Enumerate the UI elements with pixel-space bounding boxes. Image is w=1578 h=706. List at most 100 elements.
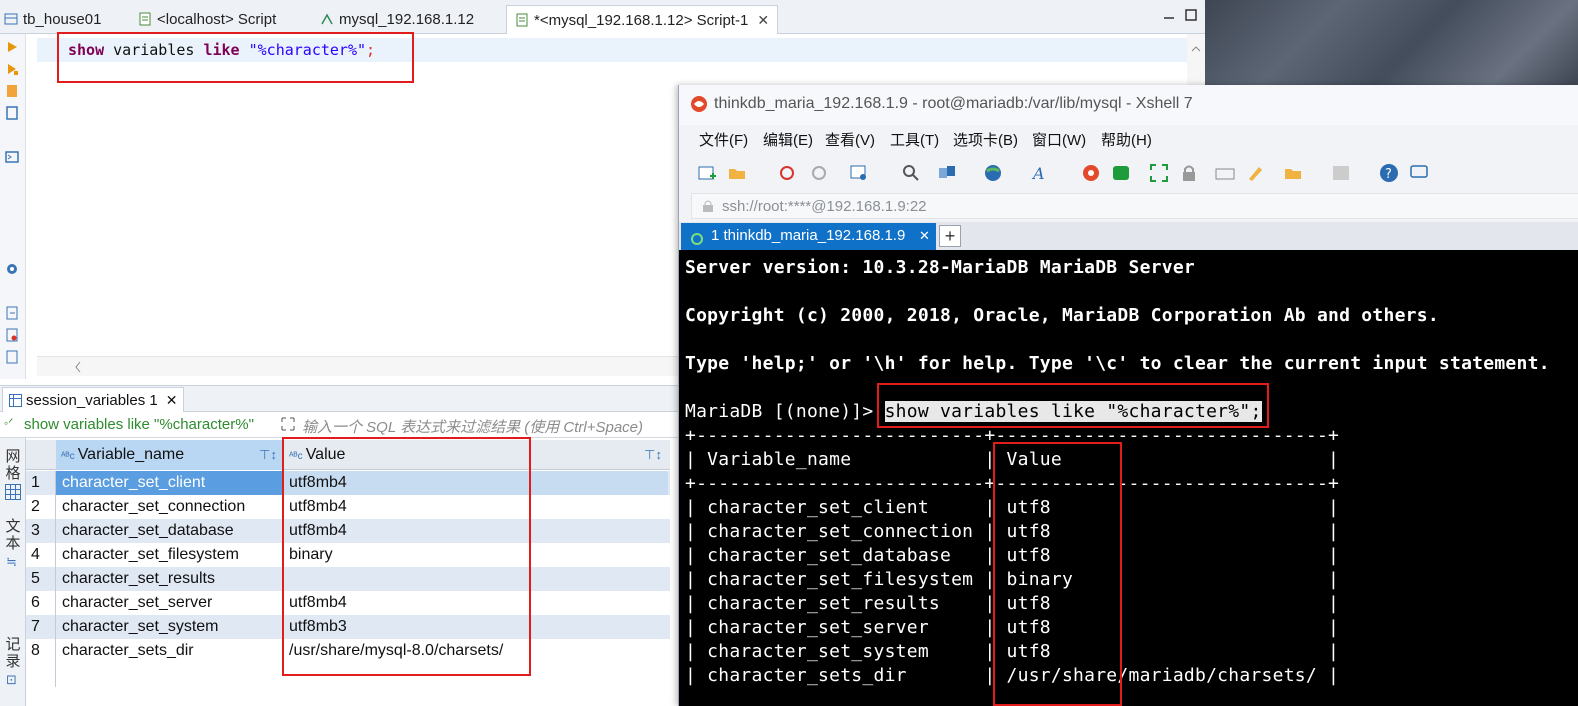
row-number-header xyxy=(26,440,56,470)
annotation-box-terminal-value xyxy=(993,442,1122,706)
help-icon[interactable]: ? xyxy=(1379,163,1399,183)
add-folder-icon[interactable] xyxy=(1283,163,1303,183)
disconnect-icon[interactable] xyxy=(809,163,829,183)
tab-label: <localhost> Script xyxy=(157,11,277,28)
export-icon[interactable] xyxy=(5,306,19,320)
tab-script-1[interactable]: *<mysql_192.168.1.12> Script-1 ✕ xyxy=(506,5,779,35)
editor-side-toolbar xyxy=(0,34,26,379)
terminal-line: Copyright (c) 2000, 2018, Oracle, MariaD… xyxy=(685,305,1439,326)
menu-tools[interactable]: 工具(T) xyxy=(890,129,939,150)
cell-variable-name[interactable]: character_set_client xyxy=(62,471,205,495)
view-grid-label[interactable]: 网格 xyxy=(4,448,22,482)
filter-query-text: show variables like "%character%" xyxy=(24,416,254,433)
background-image xyxy=(1205,0,1578,90)
cell-variable-name[interactable]: character_set_server xyxy=(62,591,212,615)
terminal-prompt: MariaDB [(none)]> xyxy=(685,401,885,422)
globe-icon[interactable] xyxy=(983,163,1003,183)
menu-edit[interactable]: 编辑(E) xyxy=(763,129,813,150)
svg-text:?: ? xyxy=(1385,167,1392,182)
fullscreen-icon[interactable] xyxy=(1149,163,1169,183)
xshell-title-bar: thinkdb_maria_192.168.1.9 - root@mariadb… xyxy=(679,85,1578,125)
view-text-label[interactable]: 文本 xyxy=(4,518,22,552)
tab-localhost-script[interactable]: <localhost> Script xyxy=(138,5,276,34)
terminal-icon[interactable] xyxy=(5,150,19,164)
menu-window[interactable]: 窗口(W) xyxy=(1032,129,1086,150)
cell-variable-name[interactable]: character_set_database xyxy=(62,519,234,543)
import-icon[interactable] xyxy=(5,328,19,342)
xshell-menu-bar: 文件(F) 编辑(E) 查看(V) 工具(T) 选项卡(B) 窗口(W) 帮助(… xyxy=(679,125,1578,153)
cell-variable-name[interactable]: character_set_connection xyxy=(62,495,245,519)
text-view-icon[interactable]: ≒ xyxy=(6,554,17,570)
row-number: 4 xyxy=(26,543,56,567)
row-number: 5 xyxy=(26,567,56,591)
execute-script-icon[interactable] xyxy=(5,62,19,76)
explain-icon[interactable] xyxy=(5,84,19,98)
menu-file[interactable]: 文件(F) xyxy=(699,129,748,150)
settings-icon[interactable] xyxy=(5,262,19,276)
open-folder-icon[interactable] xyxy=(727,163,747,183)
results-tab-label: session_variables 1 xyxy=(26,392,158,409)
terminal[interactable]: Server version: 10.3.28-MariaDB MariaDB … xyxy=(679,250,1578,706)
expand-icon[interactable] xyxy=(280,416,296,436)
keyboard-icon[interactable] xyxy=(1215,163,1235,183)
record-view-icon[interactable]: ⊡ xyxy=(6,672,17,688)
cell-variable-name[interactable]: character_set_system xyxy=(62,615,219,639)
cell-variable-name[interactable]: character_set_results xyxy=(62,567,215,591)
layout-icon[interactable] xyxy=(1331,163,1351,183)
tab-tb-house01[interactable]: tb_house01 xyxy=(4,5,101,34)
font-icon[interactable]: A xyxy=(1031,163,1051,183)
close-icon[interactable]: ✕ xyxy=(757,6,769,35)
search-icon[interactable] xyxy=(901,163,921,183)
xshell-title: thinkdb_maria_192.168.1.9 - root@mariadb… xyxy=(714,95,1193,112)
filter-input[interactable]: 输入一个 SQL 表达式来过滤结果 (使用 Ctrl+Space) xyxy=(302,416,643,437)
session-tab-bar: 1 thinkdb_maria_192.168.1.9 ✕ + xyxy=(679,222,1578,250)
annotation-box-command xyxy=(877,383,1269,428)
tab-label: tb_house01 xyxy=(23,11,102,28)
load-plan-icon[interactable] xyxy=(5,106,19,120)
maximize-icon[interactable] xyxy=(1185,8,1197,21)
execute-icon[interactable] xyxy=(5,40,19,54)
table-icon xyxy=(4,7,18,25)
grid-icon[interactable] xyxy=(5,484,21,504)
address-text: ssh://root:****@192.168.1.9:22 xyxy=(722,198,927,215)
xshell-swirl-icon[interactable] xyxy=(1081,163,1101,183)
cell-variable-name[interactable]: character_sets_dir xyxy=(62,639,194,663)
properties-icon[interactable] xyxy=(849,163,869,183)
lock-icon[interactable] xyxy=(1179,163,1199,183)
minimize-icon[interactable] xyxy=(1163,8,1175,20)
close-icon[interactable]: ✕ xyxy=(166,392,178,408)
svg-text:A: A xyxy=(1031,164,1045,183)
column-header-variable-name[interactable]: ᴬᴮc Variable_name ⊤↕ xyxy=(56,440,283,470)
terminal-line: Server version: 10.3.28-MariaDB MariaDB … xyxy=(685,257,1195,278)
close-icon[interactable]: ✕ xyxy=(919,223,930,249)
tab-session-variables[interactable]: session_variables 1 ✕ xyxy=(2,387,185,412)
xftp-icon[interactable] xyxy=(1111,163,1131,183)
editor-tab-bar: tb_house01 <localhost> Script mysql_192.… xyxy=(0,0,1205,34)
address-bar[interactable]: ssh://root:****@192.168.1.9:22 xyxy=(691,193,1578,219)
new-session-icon[interactable] xyxy=(697,163,717,183)
row-number: 3 xyxy=(26,519,56,543)
format-icon[interactable] xyxy=(5,350,19,364)
transfer-icon[interactable] xyxy=(937,163,957,183)
sort-filter-icon[interactable]: ⊤↕ xyxy=(644,440,662,470)
database-icon xyxy=(320,7,334,25)
menu-tabs[interactable]: 选项卡(B) xyxy=(953,129,1018,150)
lock-icon xyxy=(702,199,714,217)
cell-variable-name[interactable]: character_set_filesystem xyxy=(62,543,239,567)
highlight-icon[interactable] xyxy=(1245,163,1265,183)
xshell-toolbar: A ? xyxy=(679,155,1578,189)
view-record-label[interactable]: 记录 xyxy=(4,636,22,670)
add-tab-button[interactable]: + xyxy=(939,225,961,247)
script-icon xyxy=(515,8,529,27)
menu-help[interactable]: 帮助(H) xyxy=(1101,129,1152,150)
tab-mysql-connection[interactable]: mysql_192.168.1.12 xyxy=(320,5,474,34)
sort-filter-icon[interactable]: ⊤↕ xyxy=(259,440,277,470)
chat-icon[interactable] xyxy=(1409,163,1429,183)
session-tab[interactable]: 1 thinkdb_maria_192.168.1.9 ✕ xyxy=(681,223,936,250)
connect-icon[interactable] xyxy=(779,163,799,183)
filter-bar: ◦ᐟ show variables like "%character%" 输入一… xyxy=(0,412,680,438)
tab-label: *<mysql_192.168.1.12> Script-1 xyxy=(534,12,749,29)
session-tab-label: 1 thinkdb_maria_192.168.1.9 xyxy=(711,227,906,244)
filter-history-icon[interactable]: ◦ᐟ xyxy=(4,416,13,430)
menu-view[interactable]: 查看(V) xyxy=(825,129,875,150)
